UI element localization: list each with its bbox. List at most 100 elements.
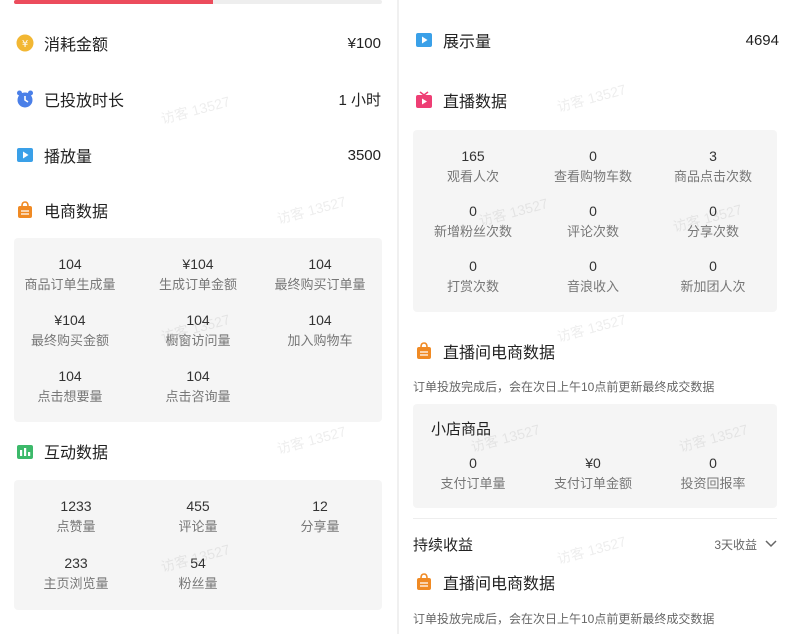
live-stat: 0 新增粉丝次数 [413, 202, 533, 241]
interaction-stat: 233 主页浏览量 [16, 554, 136, 593]
live-stat: 165 观看人次 [413, 147, 533, 186]
store-stat: 0 支付订单量 [413, 454, 533, 493]
ecommerce-card: 104 商品订单生成量 ¥104 生成订单金额 104 最终购买订单量 ¥104 最终购买金额… [14, 238, 382, 422]
ecommerce-stat: 104 橱窗访问量 [138, 311, 258, 350]
interaction-stat: 12 分享量 [260, 497, 380, 536]
live-stat: 0 打赏次数 [413, 257, 533, 296]
ongoing-label: 持续收益 [413, 536, 474, 554]
stat-value: 0 [469, 258, 477, 274]
impressions-label: 展示量 [443, 34, 492, 51]
live-stat: 0 评论次数 [533, 202, 653, 241]
coin-icon: ¥ [16, 34, 34, 52]
stat-value: 104 [58, 368, 82, 384]
stat-label: 商品点击次数 [673, 169, 752, 184]
live-ecommerce-title: 直播间电商数据 [443, 345, 556, 362]
stat-value: 104 [186, 368, 210, 384]
live-tv-icon [415, 91, 433, 109]
stat-value: 0 [589, 148, 597, 164]
ongoing-dropdown[interactable]: 3天收益 [714, 536, 777, 553]
interaction-stat: 54 粉丝量 [138, 554, 258, 593]
impressions-row: 展示量 4694 [415, 25, 779, 55]
stat-value: 104 [58, 256, 82, 272]
interaction-title: 互动数据 [44, 445, 109, 462]
live-header: 直播数据 [415, 85, 779, 115]
stat-value: ¥0 [585, 455, 601, 471]
stat-label: 点击咨询量 [165, 389, 231, 404]
ecommerce-stat: 104 点击想要量 [10, 367, 130, 406]
shopping-bag-icon [415, 342, 433, 360]
svg-text:¥: ¥ [22, 39, 28, 50]
stat-value: 0 [709, 455, 717, 471]
store-title: 小店商品 [431, 421, 492, 438]
stat-value: 0 [589, 203, 597, 219]
live-stat: 0 分享次数 [653, 202, 773, 241]
progress-fill [14, 0, 213, 4]
ecommerce-header: 电商数据 [16, 195, 381, 225]
stat-value: 165 [461, 148, 485, 164]
live-ecommerce-header: 直播间电商数据 [415, 336, 779, 366]
stat-label: 点赞量 [56, 519, 96, 534]
live-ecommerce-note: 订单投放完成后，会在次日上午10点前更新最终成交数据 [413, 380, 715, 394]
stat-label: 音浪收入 [566, 279, 619, 294]
stat-label: 最终购买订单量 [274, 277, 366, 292]
impressions-value: 4694 [745, 31, 779, 49]
stat-label: 主页浏览量 [43, 576, 109, 591]
store-card: 小店商品 0 支付订单量 ¥0 支付订单金额 0 投资回报率 [413, 404, 777, 508]
stat-value: ¥104 [54, 312, 86, 328]
ecommerce-stat: 104 加入购物车 [260, 311, 380, 350]
play-icon [16, 146, 34, 164]
live-ecommerce-2-note: 订单投放完成后，会在次日上午10点前更新最终成交数据 [413, 612, 715, 626]
stat-label: 最终购买金额 [30, 333, 109, 348]
stat-label: 点击想要量 [37, 389, 103, 404]
spend-row: ¥ 消耗金额 ¥100 [16, 28, 381, 58]
live-card: 165 观看人次 0 查看购物车数 3 商品点击次数 0 新增粉丝次数 0 评论次数 0 分享次数 0 打… [413, 130, 777, 312]
ecommerce-stat: 104 商品订单生成量 [10, 255, 130, 294]
stat-label: 查看购物车数 [553, 169, 632, 184]
stat-label: 投资回报率 [680, 476, 746, 491]
stat-value: ¥104 [182, 256, 214, 272]
live-stat: 3 商品点击次数 [653, 147, 773, 186]
store-stat: 0 投资回报率 [653, 454, 773, 493]
spend-value: ¥100 [347, 34, 381, 52]
stat-label: 分享量 [300, 519, 340, 534]
spend-label: 消耗金额 [44, 37, 109, 54]
bar-chart-icon [16, 442, 34, 460]
stat-value: 0 [589, 258, 597, 274]
live-ecommerce-2-header: 直播间电商数据 [415, 567, 779, 597]
ecommerce-stat: 104 点击咨询量 [138, 367, 258, 406]
stat-label: 商品订单生成量 [24, 277, 116, 292]
stat-value: 104 [308, 256, 332, 272]
plays-row: 播放量 3500 [16, 140, 381, 170]
stat-value: 104 [308, 312, 332, 328]
stat-label: 观看人次 [446, 169, 499, 184]
duration-label: 已投放时长 [44, 93, 125, 110]
stat-label: 生成订单金额 [158, 277, 237, 292]
chevron-down-icon [765, 540, 777, 548]
ongoing-dropdown-label: 3天收益 [714, 537, 757, 552]
divider [413, 518, 777, 519]
store-stat: ¥0 支付订单金额 [533, 454, 653, 493]
shopping-bag-icon [415, 573, 433, 591]
stat-label: 打赏次数 [446, 279, 499, 294]
stat-value: 0 [709, 203, 717, 219]
ongoing-row: 持续收益 3天收益 [413, 529, 777, 559]
right-panel: 展示量 4694 直播数据 165 观看人次 0 查看购物车数 3 商品点击次数 0 新增粉丝… [399, 0, 797, 634]
interaction-stat: 455 评论量 [138, 497, 258, 536]
plays-value: 3500 [347, 146, 381, 164]
stat-value: 12 [312, 498, 328, 514]
stat-label: 新增粉丝次数 [433, 224, 512, 239]
play-icon [415, 31, 433, 49]
stat-label: 评论次数 [566, 224, 619, 239]
stat-label: 评论量 [178, 519, 218, 534]
stat-label: 粉丝量 [178, 576, 218, 591]
interaction-stat: 1233 点赞量 [16, 497, 136, 536]
duration-value: 1 小时 [338, 91, 381, 109]
stat-value: 455 [186, 498, 210, 514]
progress-bar [14, 0, 382, 4]
stat-value: 0 [469, 455, 477, 471]
stat-value: 0 [709, 258, 717, 274]
live-title: 直播数据 [443, 94, 508, 111]
duration-row: 已投放时长 1 小时 [16, 84, 381, 114]
stat-value: 3 [709, 148, 717, 164]
plays-label: 播放量 [44, 149, 93, 166]
